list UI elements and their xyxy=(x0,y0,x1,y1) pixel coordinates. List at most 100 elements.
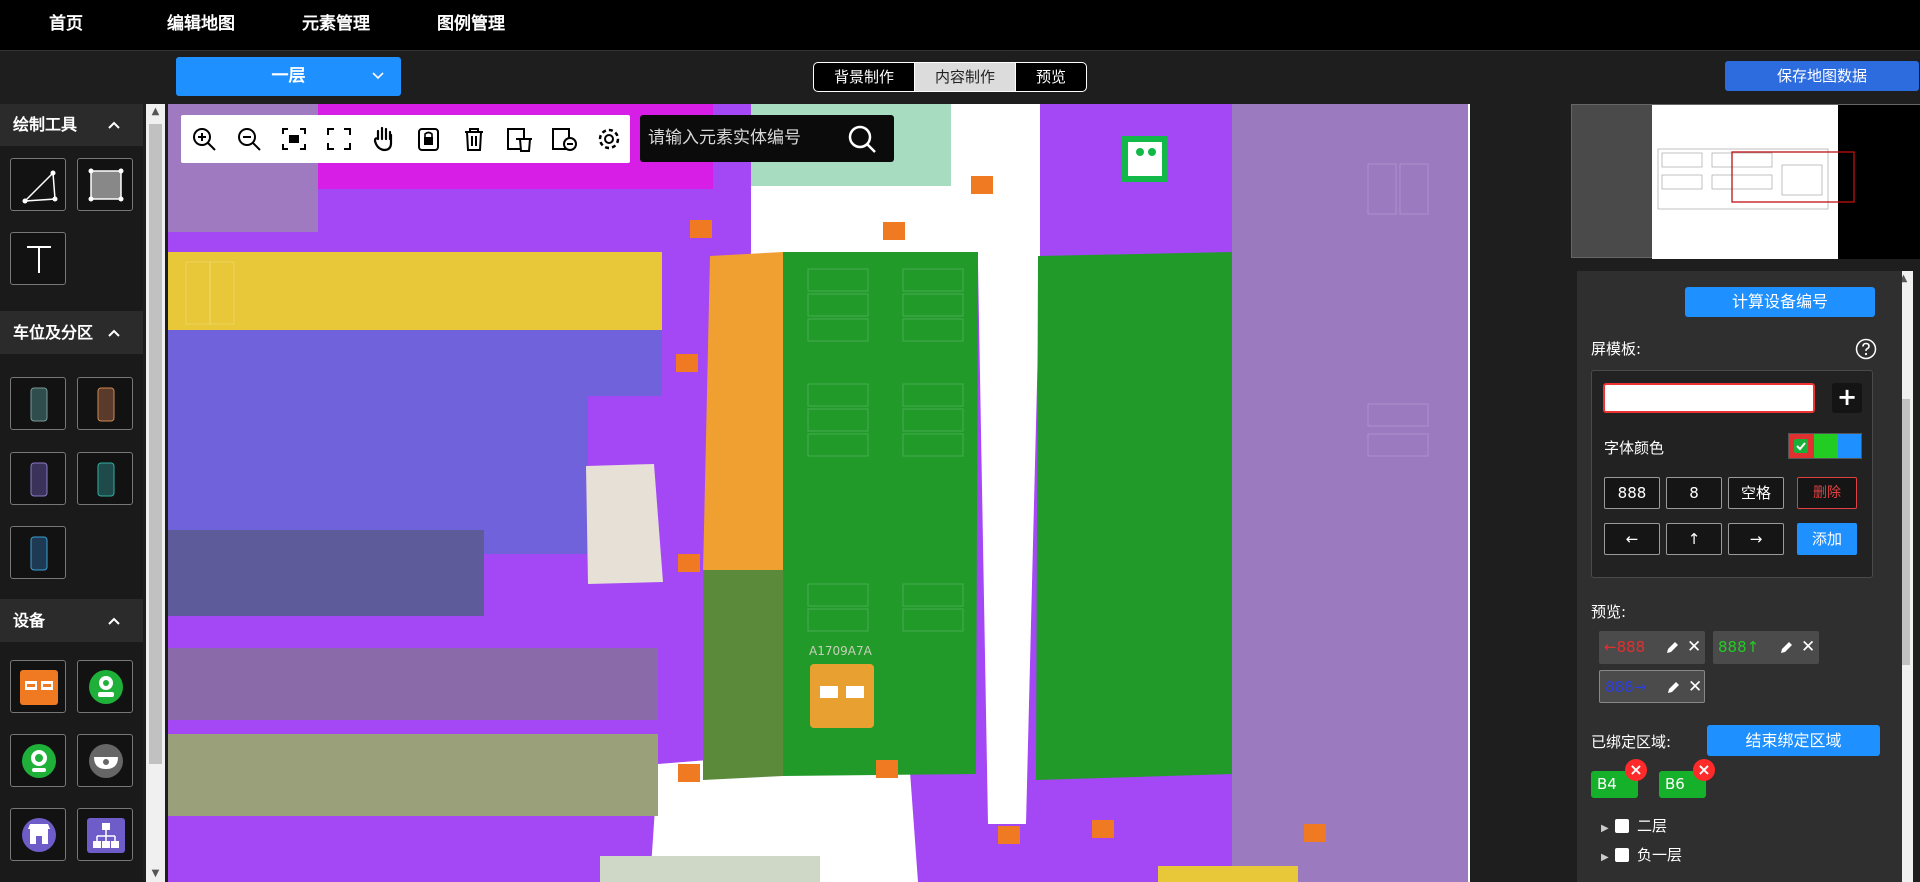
section-parking-header[interactable]: 车位及分区 xyxy=(0,312,143,354)
delete-layer-icon[interactable] xyxy=(504,125,534,153)
bound-zones-label: 已绑定区域: xyxy=(1591,733,1672,751)
nav-legend-management[interactable]: 图例管理 xyxy=(437,0,505,51)
section-title: 设备 xyxy=(13,611,46,630)
section-title: 车位及分区 xyxy=(13,323,94,342)
search-icon[interactable] xyxy=(846,123,878,155)
key-up-arrow[interactable]: ↑ xyxy=(1666,523,1722,555)
end-bind-zone-button[interactable]: 结束绑定区域 xyxy=(1707,725,1880,756)
tab-content[interactable]: 内容制作 xyxy=(915,63,1017,91)
tree-checkbox[interactable] xyxy=(1615,848,1629,862)
tool-panel-scrollbar[interactable]: ▲ ▼ xyxy=(146,104,165,882)
tree-item: ▶ 二层 xyxy=(1601,816,1667,836)
camera-green-icon[interactable] xyxy=(77,660,133,713)
line-tool-icon[interactable] xyxy=(10,158,66,211)
parking-space-blue-icon[interactable] xyxy=(10,526,66,579)
store-icon[interactable] xyxy=(10,808,66,861)
close-icon[interactable]: ✕ xyxy=(1687,631,1701,664)
nav-element-management[interactable]: 元素管理 xyxy=(302,0,370,51)
edit-icon[interactable] xyxy=(1666,680,1681,695)
device-tools-body xyxy=(0,642,143,882)
draw-tools-body xyxy=(0,146,143,311)
minimap-viewport xyxy=(1652,105,1920,259)
search-input[interactable] xyxy=(648,123,828,153)
text-tool-icon[interactable] xyxy=(10,232,66,285)
zone-tag-label: B6 xyxy=(1665,775,1685,793)
guide-screen-icon[interactable] xyxy=(10,660,66,713)
preview-label: 预览: xyxy=(1591,603,1627,621)
map-canvas[interactable]: A1709A7A xyxy=(168,104,1470,882)
scroll-thumb[interactable] xyxy=(149,124,162,764)
floor-select-value: 一层 xyxy=(271,66,306,86)
section-devices-header[interactable]: 设备 xyxy=(0,600,143,642)
mode-tabs: 背景制作 内容制作 预览 xyxy=(813,62,1088,92)
tree-item: ▶ 负一层 xyxy=(1601,845,1682,865)
settings-icon[interactable] xyxy=(594,125,624,153)
swatch-blue[interactable] xyxy=(1837,434,1861,458)
remove-zone-icon[interactable]: × xyxy=(1625,759,1647,781)
tab-background[interactable]: 背景制作 xyxy=(814,63,916,91)
minimap[interactable] xyxy=(1571,104,1920,259)
parking-space-gray-icon[interactable] xyxy=(10,377,66,430)
help-icon[interactable] xyxy=(1855,338,1877,360)
parking-space-teal-icon[interactable] xyxy=(77,452,133,505)
key-8[interactable]: 8 xyxy=(1666,477,1722,509)
delete-icon[interactable] xyxy=(459,125,489,153)
expand-arrow-icon[interactable]: ▶ xyxy=(1601,819,1615,839)
save-map-data-button[interactable]: 保存地图数据 xyxy=(1725,61,1919,91)
edit-icon[interactable] xyxy=(1779,640,1794,655)
parking-tools-body xyxy=(0,354,143,599)
key-delete[interactable]: 删除 xyxy=(1797,477,1857,509)
tab-preview[interactable]: 预览 xyxy=(1016,63,1086,91)
zone-tag: B6 × xyxy=(1659,759,1715,798)
rectangle-tool-icon[interactable] xyxy=(77,158,133,211)
section-title: 绘制工具 xyxy=(13,115,78,134)
expand-arrow-icon[interactable]: ▶ xyxy=(1601,848,1615,868)
swatch-green[interactable] xyxy=(1814,434,1838,458)
device-properties-panel: 计算设备编号 屏模板: + 字体颜色 888 8 空格 删除 ← ↑ → 添加 … xyxy=(1577,271,1902,882)
preview-chip: 888→ ✕ xyxy=(1599,670,1705,703)
scroll-down-arrow-icon[interactable]: ▼ xyxy=(146,866,165,882)
delete-selection-icon[interactable] xyxy=(549,125,579,153)
preview-text: ←888 xyxy=(1604,638,1646,656)
edit-icon[interactable] xyxy=(1665,640,1680,655)
lock-icon[interactable] xyxy=(414,125,444,153)
floor-plan xyxy=(168,104,1470,882)
network-icon[interactable] xyxy=(77,808,133,861)
camera-hemisphere-icon[interactable] xyxy=(77,734,133,787)
preview-chip: ←888 ✕ xyxy=(1599,631,1705,664)
add-template-button[interactable]: + xyxy=(1832,383,1862,413)
close-icon[interactable]: ✕ xyxy=(1801,631,1815,664)
key-888[interactable]: 888 xyxy=(1604,477,1660,509)
preview-chip: 888↑ ✕ xyxy=(1713,631,1819,664)
scroll-up-arrow-icon[interactable]: ▲ xyxy=(146,104,165,120)
parking-space-purple-icon[interactable] xyxy=(10,452,66,505)
parking-space-orange-icon[interactable] xyxy=(77,377,133,430)
device-label: A1709A7A xyxy=(809,644,872,658)
section-draw-tools-header[interactable]: 绘制工具 xyxy=(0,104,143,146)
zoom-in-icon[interactable] xyxy=(189,125,219,153)
zoom-out-icon[interactable] xyxy=(234,125,264,153)
template-editor: + 字体颜色 888 8 空格 删除 ← ↑ → 添加 xyxy=(1591,370,1873,578)
font-color-swatches xyxy=(1788,433,1862,459)
calculate-device-number-button[interactable]: 计算设备编号 xyxy=(1685,287,1875,317)
nav-edit-map[interactable]: 编辑地图 xyxy=(167,0,235,51)
key-space[interactable]: 空格 xyxy=(1728,477,1784,509)
camera-dome-icon[interactable] xyxy=(10,734,66,787)
fullscreen-icon[interactable] xyxy=(324,125,354,153)
close-icon[interactable]: ✕ xyxy=(1688,671,1702,704)
key-left-arrow[interactable]: ← xyxy=(1604,523,1660,555)
remove-zone-icon[interactable]: × xyxy=(1693,759,1715,781)
zone-tag-label: B4 xyxy=(1597,775,1617,793)
swatch-red[interactable] xyxy=(1789,434,1814,458)
key-right-arrow[interactable]: → xyxy=(1728,523,1784,555)
tree-item-label: 负一层 xyxy=(1637,846,1683,864)
font-color-label: 字体颜色 xyxy=(1604,439,1665,457)
key-add[interactable]: 添加 xyxy=(1797,523,1857,555)
nav-home[interactable]: 首页 xyxy=(49,0,83,51)
fit-screen-icon[interactable] xyxy=(279,125,309,153)
template-input[interactable] xyxy=(1603,383,1815,413)
floor-select[interactable]: 一层 xyxy=(176,57,401,96)
tree-checkbox[interactable] xyxy=(1615,819,1629,833)
pan-hand-icon[interactable] xyxy=(369,125,399,153)
preview-text: 888↑ xyxy=(1718,638,1760,656)
